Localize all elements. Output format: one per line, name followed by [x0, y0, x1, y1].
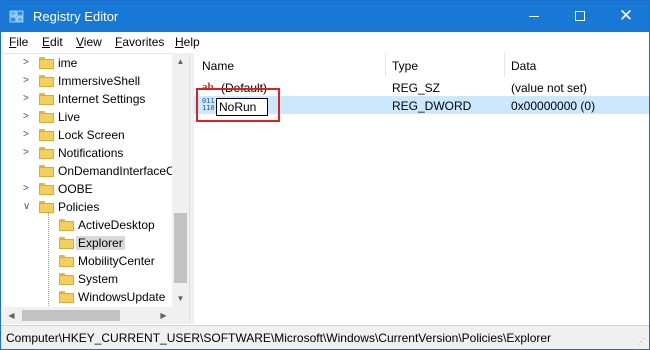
rename-input[interactable]	[216, 98, 268, 116]
tree-item-mobilitycenter[interactable]: MobilityCenter	[3, 252, 173, 270]
folder-icon	[39, 147, 54, 159]
folder-icon	[39, 201, 54, 213]
tree-item-oobe[interactable]: > OOBE	[3, 180, 173, 198]
tree-item-label: OOBE	[58, 182, 93, 196]
tree-item-activedesktop[interactable]: ActiveDesktop	[3, 216, 173, 234]
value-row-norun[interactable]: 011110 REG_DWORD 0x00000000 (0)	[194, 88, 649, 122]
minimize-button[interactable]	[511, 1, 557, 32]
menu-help-label: elp	[183, 35, 200, 49]
tree-item-notifications[interactable]: > Notifications	[3, 144, 173, 162]
chevron-right-icon[interactable]: >	[23, 75, 31, 87]
maximize-icon	[575, 11, 585, 21]
folder-icon	[39, 75, 54, 87]
tree-item-windowsupdate[interactable]: WindowsUpdate	[3, 288, 173, 306]
tree-item-label: Explorer	[76, 236, 125, 250]
scroll-down-arrow-icon[interactable]: ▼	[172, 290, 189, 307]
chevron-right-icon[interactable]: >	[23, 183, 31, 195]
window-title: Registry Editor	[33, 9, 119, 24]
tree-item-internet-settings[interactable]: > Internet Settings	[3, 90, 173, 108]
tree-item-explorer[interactable]: Explorer	[3, 234, 173, 252]
values-list[interactable]: Name Type Data ab (Default) REG_SZ (valu…	[194, 53, 649, 324]
value-type: REG_DWORD	[392, 99, 472, 113]
registry-editor-window: Registry Editor ✕ File Edit View Favorit…	[0, 0, 650, 350]
tree-item-system[interactable]: System	[3, 270, 173, 288]
close-icon: ✕	[618, 6, 634, 25]
chevron-right-icon[interactable]: >	[23, 147, 31, 159]
minimize-icon	[529, 16, 539, 17]
tree-item-label: Live	[58, 110, 81, 124]
tree-item-label: Notifications	[58, 146, 124, 160]
folder-icon	[39, 183, 54, 195]
menu-edit[interactable]: Edit	[40, 35, 65, 49]
column-header-data[interactable]: Data	[505, 53, 649, 77]
tree-item-label: Lock Screen	[58, 128, 125, 142]
menu-view-accel: V	[76, 35, 84, 49]
menu-file-label: ile	[16, 35, 29, 49]
tree-item-ondemandinterface[interactable]: OnDemandInterfaceC	[3, 162, 175, 180]
menu-help[interactable]: Help	[173, 35, 202, 49]
folder-icon	[59, 237, 74, 249]
value-data: (value not set)	[511, 81, 588, 95]
key-tree[interactable]: > ime > ImmersiveShell > Internet Settin…	[3, 53, 189, 307]
maximize-button[interactable]	[557, 1, 603, 32]
scroll-corner	[172, 307, 189, 324]
close-button[interactable]: ✕	[603, 1, 649, 32]
menu-favorites-label: avorites	[122, 35, 165, 49]
column-header-name[interactable]: Name	[194, 53, 386, 77]
chevron-right-icon[interactable]: >	[23, 129, 31, 141]
folder-icon	[39, 57, 54, 69]
menu-file[interactable]: File	[7, 35, 30, 49]
value-type: REG_SZ	[392, 81, 441, 95]
chevron-down-icon[interactable]: ∨	[23, 201, 31, 213]
tree-item-label: Internet Settings	[58, 92, 146, 106]
column-header-type[interactable]: Type	[386, 53, 505, 77]
horizontal-scroll-thumb[interactable]	[22, 310, 120, 321]
folder-icon	[59, 219, 74, 231]
chevron-right-icon[interactable]: >	[23, 57, 31, 69]
folder-icon	[39, 129, 54, 141]
tree-item-label: MobilityCenter	[78, 254, 155, 268]
registry-editor-icon	[9, 10, 24, 23]
folder-icon	[59, 273, 74, 285]
folder-icon	[39, 111, 54, 123]
tree-item-live[interactable]: > Live	[3, 108, 173, 126]
tree-item-label: System	[78, 272, 119, 286]
status-path: Computer\HKEY_CURRENT_USER\SOFTWARE\Micr…	[6, 331, 552, 345]
folder-icon	[59, 255, 74, 267]
tree-item-label: ActiveDesktop	[78, 218, 155, 232]
tree-vertical-scrollbar[interactable]: ▲ ▼	[172, 53, 189, 307]
chevron-right-icon[interactable]: >	[23, 93, 31, 105]
tree-item-label: WindowsUpdate	[78, 290, 166, 304]
scroll-left-arrow-icon[interactable]: ◀	[3, 307, 20, 324]
resize-grip-icon[interactable]: ⋰	[637, 337, 647, 347]
title-bar[interactable]: Registry Editor ✕	[1, 1, 649, 32]
folder-icon	[59, 291, 74, 303]
tree-item-label: ime	[58, 56, 78, 70]
scroll-up-arrow-icon[interactable]: ▲	[172, 53, 189, 70]
vertical-scroll-thumb[interactable]	[174, 213, 187, 283]
tree-item-label: ImmersiveShell	[58, 74, 141, 88]
tree-item-immersiveshell[interactable]: > ImmersiveShell	[3, 72, 173, 90]
tree-item-label: Policies	[58, 200, 100, 214]
menu-view-label: iew	[83, 35, 102, 49]
menu-edit-accel: E	[42, 35, 51, 49]
status-bar: Computer\HKEY_CURRENT_USER\SOFTWARE\Micr…	[1, 325, 649, 349]
tree-horizontal-scrollbar[interactable]: ◀ ▶	[3, 307, 189, 324]
folder-icon	[39, 93, 54, 105]
folder-icon	[39, 165, 54, 177]
menu-view[interactable]: View	[74, 35, 104, 49]
menu-edit-label: dit	[50, 35, 63, 49]
scroll-right-arrow-icon[interactable]: ▶	[155, 307, 172, 324]
tree-item-label: OnDemandInterfaceC	[58, 164, 175, 178]
value-data: 0x00000000 (0)	[511, 99, 596, 113]
tree-item-policies[interactable]: ∨ Policies	[3, 198, 173, 216]
chevron-right-icon[interactable]: >	[23, 111, 31, 123]
menu-favorites[interactable]: Favorites	[113, 35, 166, 49]
menu-help-accel: H	[175, 35, 184, 49]
tree-item-lock-screen[interactable]: > Lock Screen	[3, 126, 173, 144]
menu-bar: File Edit View Favorites Help	[1, 32, 649, 53]
tree-item-ime[interactable]: > ime	[3, 54, 173, 72]
